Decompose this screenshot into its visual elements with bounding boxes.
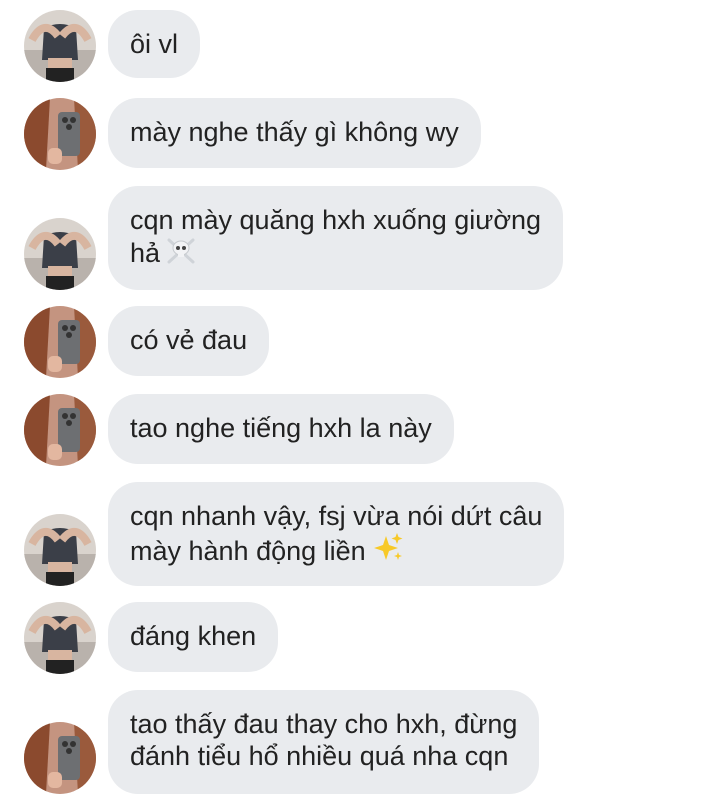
avatar-user-a[interactable] [24, 218, 96, 290]
avatar-user-a[interactable] [24, 10, 96, 82]
message-bubble[interactable]: cqn nhanh vậy, fsj vừa nói dứt câu mày h… [108, 482, 565, 586]
skull-crossbones-icon [166, 236, 196, 264]
message-text: mày hành động liền [130, 536, 366, 566]
message-text: tao nghe tiếng hxh la này [130, 413, 432, 443]
message-text: cqn nhanh vậy, fsj vừa nói dứt câu [130, 501, 543, 531]
avatar-user-b[interactable] [24, 98, 96, 170]
message-bubble[interactable]: tao nghe tiếng hxh la này [108, 394, 454, 464]
message-bubble[interactable]: cqn mày quăng hxh xuống giường hả [108, 186, 564, 290]
avatar-user-b[interactable] [24, 394, 96, 466]
message-text: mày nghe thấy gì không wy [130, 117, 459, 147]
message-text: ôi vl [130, 29, 179, 59]
avatar-user-a[interactable] [24, 514, 96, 586]
message-text: tao thấy đau thay cho hxh, đừng [130, 709, 518, 739]
message-bubble[interactable]: ôi vl [108, 10, 201, 78]
message-text: có vẻ đau [130, 325, 248, 355]
avatar-user-a[interactable] [24, 602, 96, 674]
sparkles-icon [372, 532, 404, 562]
avatar-user-b[interactable] [24, 306, 96, 378]
message-bubble[interactable]: mày nghe thấy gì không wy [108, 98, 481, 168]
message-text: cqn mày quăng hxh xuống giường [130, 205, 542, 235]
message-bubble[interactable]: tao thấy đau thay cho hxh, đừng đánh tiể… [108, 690, 540, 794]
message-bubble[interactable]: đáng khen [108, 602, 279, 672]
message-text: đánh tiểu hổ nhiều quá nha cqn [130, 741, 509, 771]
message-text: đáng khen [130, 621, 257, 651]
avatar-user-b[interactable] [24, 722, 96, 794]
message-text: hả [130, 238, 161, 268]
message-bubble[interactable]: có vẻ đau [108, 306, 270, 376]
